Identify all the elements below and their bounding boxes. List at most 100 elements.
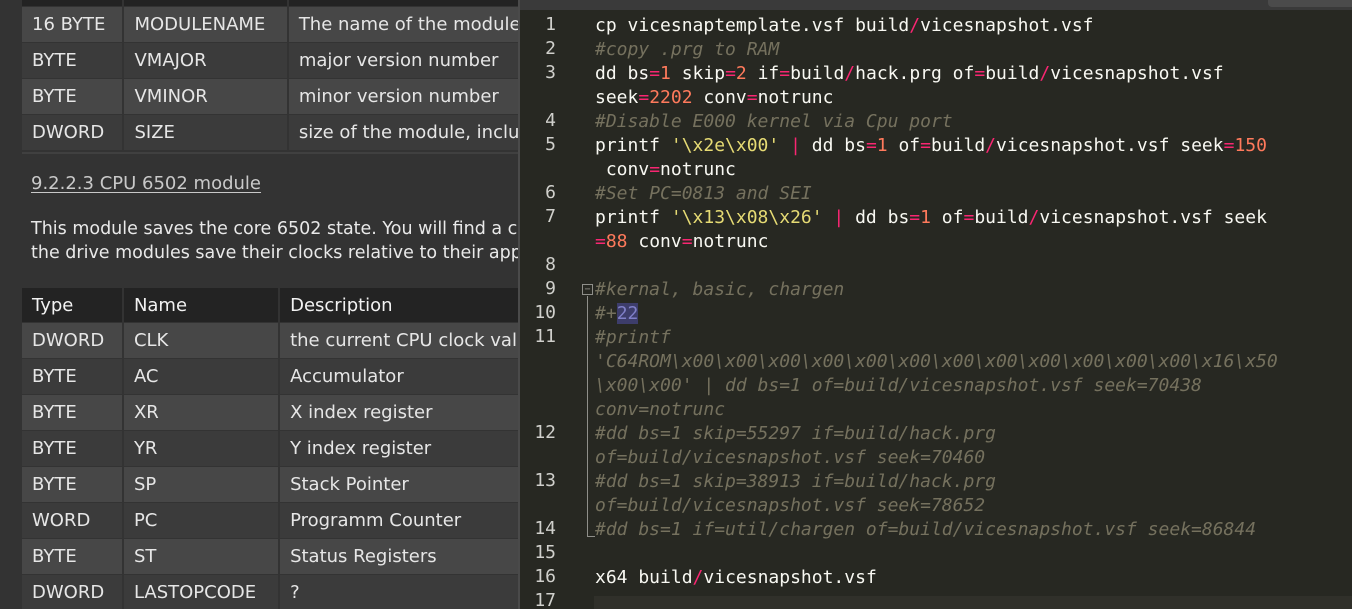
code-token: of=build/vicesnapshot.vsf seek=78652 <box>595 495 986 516</box>
code-token: = <box>974 63 986 84</box>
code-line: #Disable E000 kernel via Cpu port <box>595 110 953 134</box>
code-token: vicesnapshot.vsf <box>1050 63 1224 84</box>
code-line: printf '\x13\x08\x26' | dd bs=1 of=build… <box>595 206 1267 230</box>
line-number: 10 <box>534 302 556 323</box>
code-token: | <box>779 135 812 156</box>
table-cell: Accumulator <box>279 358 520 395</box>
code-token: dd bs <box>855 207 910 228</box>
table-cell: Programm Counter <box>279 502 520 539</box>
line-number-gutter: 1 2 3 4 5 6 7 8 9 10 11 12 13 14 15 16 17 <box>520 10 578 609</box>
table-cell: ? <box>279 574 520 609</box>
code-token: build <box>930 135 986 156</box>
table-cell: BYTE <box>22 466 124 503</box>
table-cell: major version number <box>287 42 520 79</box>
table-cell: the current CPU clock valu <box>279 322 520 359</box>
code-token: if <box>746 63 780 84</box>
code-line: #dd bs=1 skip=55297 if=build/hack.prg <box>595 422 996 446</box>
code-token: #dd bs=1 if=util/chargen of=build/vicesn… <box>595 519 1257 540</box>
code-line: x64 build/vicesnapshot.vsf <box>595 566 877 590</box>
code-token: of=build/vicesnapshot.vsf seek=70460 <box>595 447 986 468</box>
code-token: of <box>930 207 964 228</box>
code-token: conv <box>627 231 682 252</box>
code-token: vicesnapshot.vsf seek <box>1039 207 1267 228</box>
code-token: build <box>985 63 1040 84</box>
table-row: 16 BYTE MODULENAME The name of the modul… <box>22 6 520 43</box>
table-cell: LASTOPCODE <box>122 574 281 609</box>
table-cell: ST <box>122 538 281 575</box>
line-number: 6 <box>545 182 556 203</box>
table-cell: BYTE <box>22 394 124 431</box>
table-cell: BYTE <box>22 430 124 467</box>
paragraph-line: This module saves the core 6502 state. Y… <box>31 219 520 239</box>
table-cell: VMAJOR <box>123 42 289 79</box>
fold-guide-line <box>587 296 588 536</box>
line-number: 8 <box>545 254 556 275</box>
code-token: = <box>920 135 931 156</box>
line-number: 16 <box>534 566 556 587</box>
table-cell: AC <box>122 358 281 395</box>
editor-tab[interactable] <box>1268 0 1352 7</box>
code-token: build <box>790 63 845 84</box>
table-cell: SP <box>122 466 281 503</box>
table-cell: 16 BYTE <box>22 6 125 43</box>
code-token: = <box>909 207 921 228</box>
line-number: 12 <box>534 422 556 443</box>
table-row: BYTE VMAJOR major version number <box>22 42 520 79</box>
code-line: #dd bs=1 skip=38913 if=build/hack.prg <box>595 470 996 494</box>
table-cell: DWORD <box>22 114 125 151</box>
code-text-area[interactable]: cp vicesnaptemplate.vsf build/vicesnapsh… <box>594 10 1352 609</box>
table-cell: SIZE <box>123 114 289 151</box>
code-token: / <box>909 15 921 36</box>
table-cell: Status Registers <box>279 538 520 575</box>
line-number: 2 <box>545 38 556 59</box>
code-line: #+22 <box>595 302 639 326</box>
line-number: 15 <box>534 542 556 563</box>
table-row: DWORD LASTOPCODE ? <box>22 574 520 609</box>
code-token: = <box>725 63 736 84</box>
code-token: hack.prg of <box>855 63 975 84</box>
table-cell: size of the module, includ <box>287 114 520 151</box>
table-row: BYTE YR Y index register <box>22 430 520 467</box>
code-line: #copy .prg to RAM <box>595 38 779 62</box>
code-token: = <box>746 87 758 108</box>
table-cell: WORD <box>22 502 124 539</box>
table-cell: X index register <box>279 394 520 431</box>
cpu-module-table: Type Name Description DWORD CLK the curr… <box>22 288 520 609</box>
code-token: #Set PC=0813 and SEI <box>595 183 812 204</box>
table-cell: BYTE <box>22 78 125 115</box>
table-cell: CLK <box>122 322 281 359</box>
line-number: 5 <box>545 134 556 155</box>
code-token: = <box>638 87 650 108</box>
code-token: 1 <box>876 135 888 156</box>
editor-title-bar <box>520 0 1352 10</box>
section-heading-link[interactable]: 9.2.2.3 CPU 6502 module <box>31 173 261 194</box>
code-token: / <box>985 135 997 156</box>
code-token: / <box>1028 207 1040 228</box>
code-token: #dd bs=1 skip=38913 if=build/hack.prg <box>595 471 996 492</box>
table-cell: DWORD <box>22 322 124 359</box>
code-token: notrunc <box>692 231 769 252</box>
code-token: vicesnapshot.vsf seek <box>996 135 1224 156</box>
table-row: DWORD SIZE size of the module, includ <box>22 114 520 151</box>
column-header-description: Description <box>279 288 520 323</box>
code-token: notrunc <box>660 159 736 180</box>
code-token: 1 <box>920 207 931 228</box>
code-line: dd bs=1 skip=2 if=build/hack.prg of=buil… <box>595 62 1224 86</box>
table-cell: BYTE <box>22 358 124 395</box>
line-number: 14 <box>534 518 556 539</box>
code-editor[interactable]: 1 2 3 4 5 6 7 8 9 10 11 12 13 14 15 16 17 − cp vicesnapt… <box>518 0 1352 609</box>
code-token: notrunc <box>757 87 834 108</box>
code-token: vicesnapshot.vsf <box>920 15 1094 36</box>
code-token: 'C64ROM\x00\x00\x00\x00\x00\x00\x00\x00\… <box>595 351 1278 372</box>
code-token: vicesnapshot.vsf <box>703 567 877 588</box>
code-line: #printf <box>595 326 671 350</box>
column-header-name: Name <box>122 288 281 323</box>
code-token: | <box>822 207 856 228</box>
code-token: printf <box>595 135 671 156</box>
code-line: #Set PC=0813 and SEI <box>595 182 812 206</box>
line-number: 17 <box>534 590 556 609</box>
fold-toggle-icon[interactable]: − <box>582 284 593 295</box>
table-cell: BYTE <box>22 42 125 79</box>
code-token: \x00\x00' | dd bs=1 of=build/vicesnapsho… <box>595 375 1202 396</box>
code-line: \x00\x00' | dd bs=1 of=build/vicesnapsho… <box>595 374 1202 398</box>
